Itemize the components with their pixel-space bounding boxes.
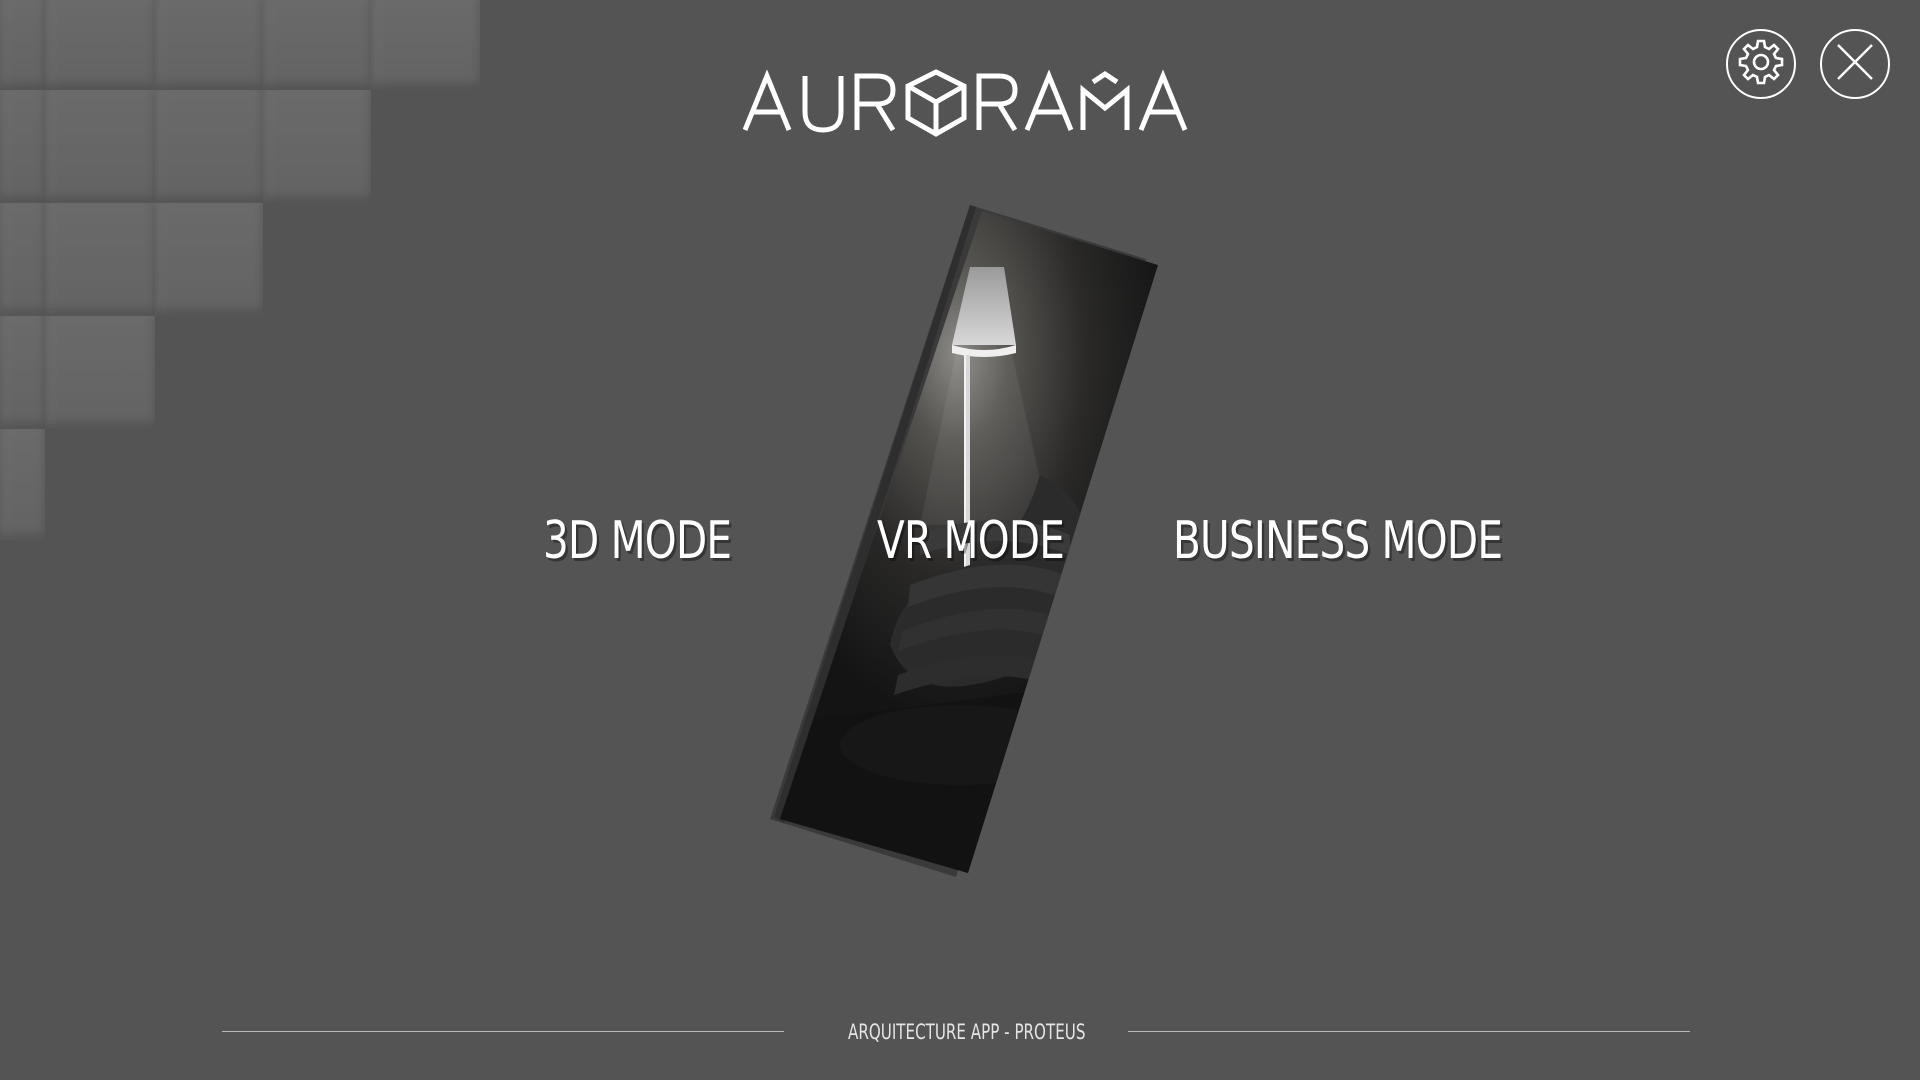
footer-caption: ARQUITECTURE APP - PROTEUS xyxy=(848,1020,1086,1044)
decorative-cube-pattern xyxy=(0,0,480,545)
settings-button[interactable] xyxy=(1726,29,1796,99)
main-menu-screen: 3D MODE VR MODE BUSINESS MODE ARQUITECTU… xyxy=(0,0,1920,1080)
business-mode-button[interactable]: BUSINESS MODE xyxy=(1173,506,1503,576)
close-button[interactable] xyxy=(1820,29,1890,99)
vr-mode-button[interactable]: VR MODE xyxy=(877,506,1065,576)
footer-divider-left xyxy=(222,1031,784,1032)
aurorama-logo xyxy=(742,68,1197,144)
3d-mode-button[interactable]: 3D MODE xyxy=(543,506,732,576)
footer-divider-right xyxy=(1128,1031,1690,1032)
gear-icon xyxy=(1736,37,1786,92)
close-icon xyxy=(1835,42,1875,87)
